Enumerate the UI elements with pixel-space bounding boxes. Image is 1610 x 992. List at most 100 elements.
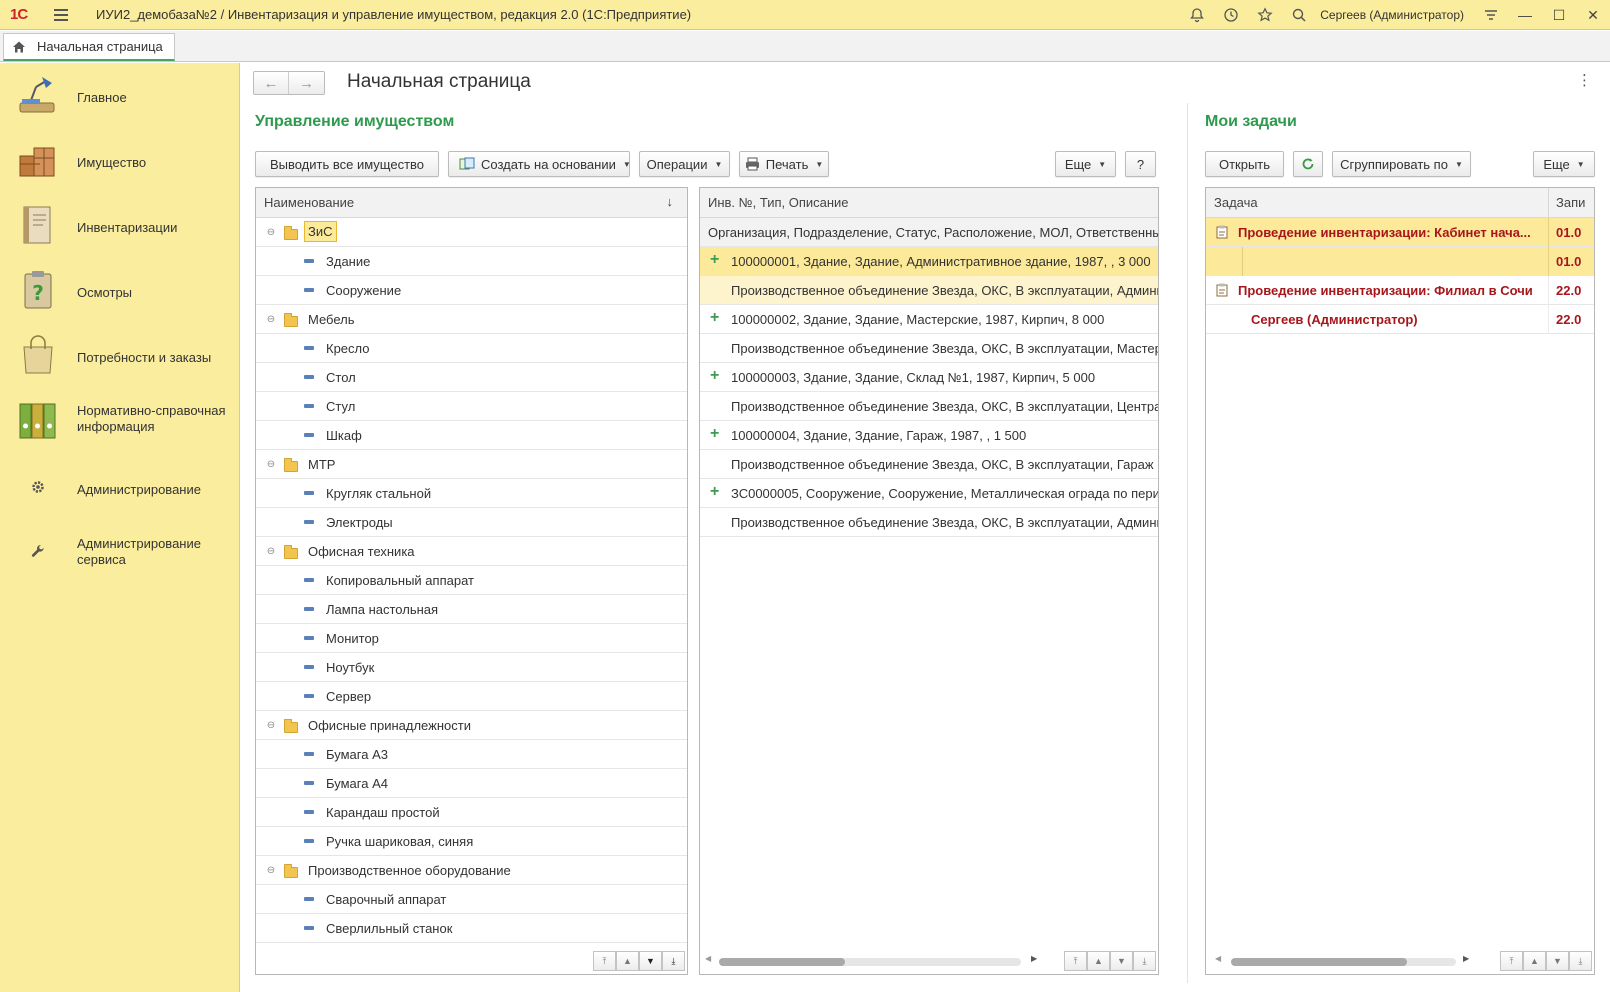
tree-folder-row[interactable]: ⊖ ЗиС (256, 218, 687, 247)
show-all-button[interactable]: Выводить все имущество (255, 151, 439, 177)
tree-item-row[interactable]: Сварочный аппарат (256, 885, 687, 914)
minimize-icon[interactable]: — (1508, 0, 1542, 30)
scroll-bottom-icon[interactable]: ⤓ (662, 951, 685, 971)
list-row-detail[interactable]: Производственное объединение Звезда, ОКС… (700, 450, 1158, 479)
open-task-button[interactable]: Открыть (1205, 151, 1284, 177)
tree-item-row[interactable]: Монитор (256, 624, 687, 653)
group-by-button[interactable]: Сгруппировать по ▼ (1332, 151, 1471, 177)
tree-item-row[interactable]: Стул (256, 392, 687, 421)
list-row[interactable]: + ЗС0000005, Сооружение, Сооружение, Мета… (700, 479, 1158, 508)
scroll-down-icon[interactable]: ▼ (1110, 951, 1133, 971)
collapse-icon[interactable]: ⊖ (266, 720, 276, 731)
tree-folder-row[interactable]: ⊖ МТР (256, 450, 687, 479)
more-vertical-icon[interactable]: ⋮ (1577, 71, 1592, 89)
task-column-header[interactable]: Задача (1214, 195, 1258, 210)
tree-item-row[interactable]: Ручка шариковая, синяя (256, 827, 687, 856)
print-button[interactable]: Печать ▼ (739, 151, 829, 177)
sidebar-item-property[interactable]: Имущество (0, 138, 240, 182)
list-subheader[interactable]: Организация, Подразделение, Статус, Расп… (700, 218, 1158, 247)
tree-item-row[interactable]: Стол (256, 363, 687, 392)
tree-item-row[interactable]: Электроды (256, 508, 687, 537)
scroll-bottom-icon[interactable]: ⤓ (1569, 951, 1592, 971)
tree-item-row[interactable]: Здание (256, 247, 687, 276)
tree-item-row[interactable]: Ноутбук (256, 653, 687, 682)
list-row[interactable]: +100000001, Здание, Здание, Администрати… (700, 247, 1158, 276)
sidebar-item-main[interactable]: Главное (0, 73, 240, 117)
list-header[interactable]: Инв. №, Тип, Описание (700, 188, 1158, 218)
user-name[interactable]: Сергеев (Администратор) (1320, 8, 1464, 22)
list-row-detail[interactable]: Производственное объединение Звезда, ОКС… (700, 334, 1158, 363)
scroll-down-icon[interactable]: ▼ (639, 951, 662, 971)
collapse-icon[interactable]: ⊖ (266, 314, 276, 325)
tree-folder-row[interactable]: ⊖ Производственное оборудование (256, 856, 687, 885)
main-menu-button[interactable] (54, 0, 80, 30)
more-button[interactable]: Еще ▼ (1055, 151, 1116, 177)
settings-lines-icon[interactable] (1474, 0, 1508, 30)
task-row[interactable]: 01.0 (1206, 247, 1594, 276)
scroll-top-icon[interactable]: ⤒ (593, 951, 616, 971)
scroll-bottom-icon[interactable]: ⤓ (1133, 951, 1156, 971)
tree-folder-row[interactable]: ⊖ Офисная техника (256, 537, 687, 566)
list-row-detail[interactable]: Производственное объединение Звезда, ОКС… (700, 508, 1158, 537)
list-row-detail[interactable]: Производственное объединение Звезда, ОКС… (700, 392, 1158, 421)
tree-folder-row[interactable]: ⊖ Мебель (256, 305, 687, 334)
task-row[interactable]: Сергеев (Администратор) 22.0 (1206, 305, 1594, 334)
sidebar-item-administration[interactable]: Администрирование (0, 465, 240, 509)
refresh-button[interactable] (1293, 151, 1323, 177)
collapse-icon[interactable]: ⊖ (266, 459, 276, 470)
list-row[interactable]: +100000004, Здание, Здание, Гараж, 1987,… (700, 421, 1158, 450)
tree-item-row[interactable]: Кругляк стальной (256, 479, 687, 508)
sidebar-item-needs-orders[interactable]: Потребности и заказы (0, 333, 240, 377)
scroll-top-icon[interactable]: ⤒ (1064, 951, 1087, 971)
list-row[interactable]: +100000003, Здание, Здание, Склад №1, 19… (700, 363, 1158, 392)
scroll-up-icon[interactable]: ▲ (1523, 951, 1546, 971)
task-row[interactable]: Проведение инвентаризации: Кабинет нача.… (1206, 218, 1594, 247)
scroll-up-icon[interactable]: ▲ (1087, 951, 1110, 971)
history-icon[interactable] (1214, 0, 1248, 30)
tab-home[interactable]: Начальная страница (3, 33, 175, 61)
close-icon[interactable]: ✕ (1576, 0, 1610, 30)
tasks-hscroll-thumb[interactable] (1231, 958, 1407, 966)
scroll-up-icon[interactable]: ▲ (616, 951, 639, 971)
forward-arrow-icon[interactable]: → (289, 72, 324, 94)
collapse-icon[interactable]: ⊖ (266, 227, 276, 238)
list-hscroll-thumb[interactable] (719, 958, 845, 966)
tree-item-row[interactable]: Кресло (256, 334, 687, 363)
sidebar-item-inspections[interactable]: ? Осмотры (0, 268, 240, 312)
scroll-top-icon[interactable]: ⤒ (1500, 951, 1523, 971)
operations-button[interactable]: Операции ▼ (639, 151, 730, 177)
sidebar-item-service-admin[interactable]: Администрирование сервиса (0, 529, 240, 573)
scroll-right-icon[interactable]: ▶ (1031, 954, 1037, 963)
tree-item-row[interactable]: Сервер (256, 682, 687, 711)
star-icon[interactable] (1248, 0, 1282, 30)
tree-item-row[interactable]: Бумага А3 (256, 740, 687, 769)
scroll-left-icon[interactable]: ◀ (1215, 954, 1221, 963)
tree-item-row[interactable]: Шкаф (256, 421, 687, 450)
sidebar-item-inventory[interactable]: Инвентаризации (0, 203, 240, 247)
record-column-header[interactable]: Запи (1556, 195, 1585, 210)
maximize-icon[interactable]: ☐ (1542, 0, 1576, 30)
tree-item-row[interactable]: Сооружение (256, 276, 687, 305)
tree-item-row[interactable]: Лампа настольная (256, 595, 687, 624)
collapse-icon[interactable]: ⊖ (266, 865, 276, 876)
list-row[interactable]: +100000002, Здание, Здание, Мастерские, … (700, 305, 1158, 334)
bell-icon[interactable] (1180, 0, 1214, 30)
back-arrow-icon[interactable]: ← (254, 72, 290, 94)
tree-item-row[interactable]: Сверлильный станок (256, 914, 687, 943)
create-based-button[interactable]: Создать на основании ▼ (448, 151, 631, 177)
tree-folder-row[interactable]: ⊖ Офисные принадлежности (256, 711, 687, 740)
tree-item-row[interactable]: Копировальный аппарат (256, 566, 687, 595)
collapse-icon[interactable]: ⊖ (266, 546, 276, 557)
tree-item-row[interactable]: Бумага А4 (256, 769, 687, 798)
task-row[interactable]: Проведение инвентаризации: Филиал в Сочи… (1206, 276, 1594, 305)
scroll-down-icon[interactable]: ▼ (1546, 951, 1569, 971)
list-row-detail[interactable]: Производственное объединение Звезда, ОКС… (700, 276, 1158, 305)
scroll-left-icon[interactable]: ◀ (705, 954, 711, 963)
sidebar-item-reference-info[interactable]: Нормативно-справочная информация (0, 398, 240, 442)
tree-item-row[interactable]: Карандаш простой (256, 798, 687, 827)
help-button[interactable]: ? (1125, 151, 1156, 177)
sort-down-icon[interactable]: ↓ (667, 194, 674, 209)
search-icon[interactable] (1282, 0, 1316, 30)
tree-header[interactable]: Наименование ↓ (256, 188, 687, 218)
tasks-more-button[interactable]: Еще ▼ (1533, 151, 1595, 177)
